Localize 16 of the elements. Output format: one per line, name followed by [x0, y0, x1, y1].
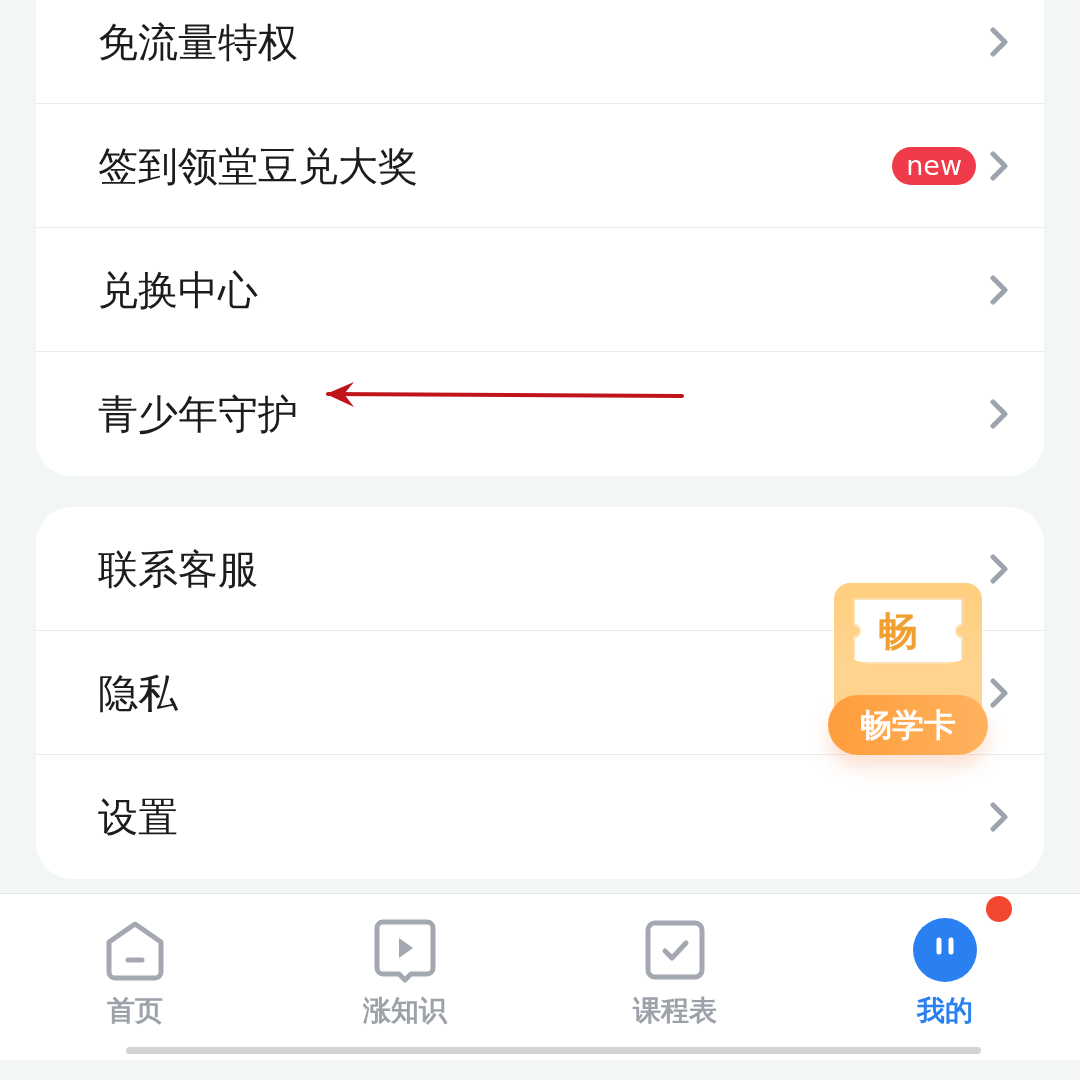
chevron-icon [990, 677, 1008, 708]
menu-item[interactable]: 青少年守护 [36, 352, 1044, 476]
chevron-icon [990, 150, 1008, 181]
chevron-icon [990, 26, 1008, 57]
avatar-icon [913, 918, 977, 984]
menu-item[interactable]: 免流量特权 [36, 0, 1044, 104]
chevron-icon [990, 274, 1008, 305]
chevron-icon [990, 553, 1008, 584]
new-tag: new [892, 146, 976, 185]
tab[interactable]: 我的 [810, 894, 1080, 1060]
menu-item[interactable]: 设置 [36, 755, 1044, 879]
play-icon [373, 918, 437, 984]
menu-item[interactable]: 兑换中心 [36, 228, 1044, 352]
chevron-icon [990, 802, 1008, 832]
chevron-icon [990, 399, 1008, 429]
menu-item[interactable]: 签到领堂豆兑大奖 new [36, 104, 1044, 228]
